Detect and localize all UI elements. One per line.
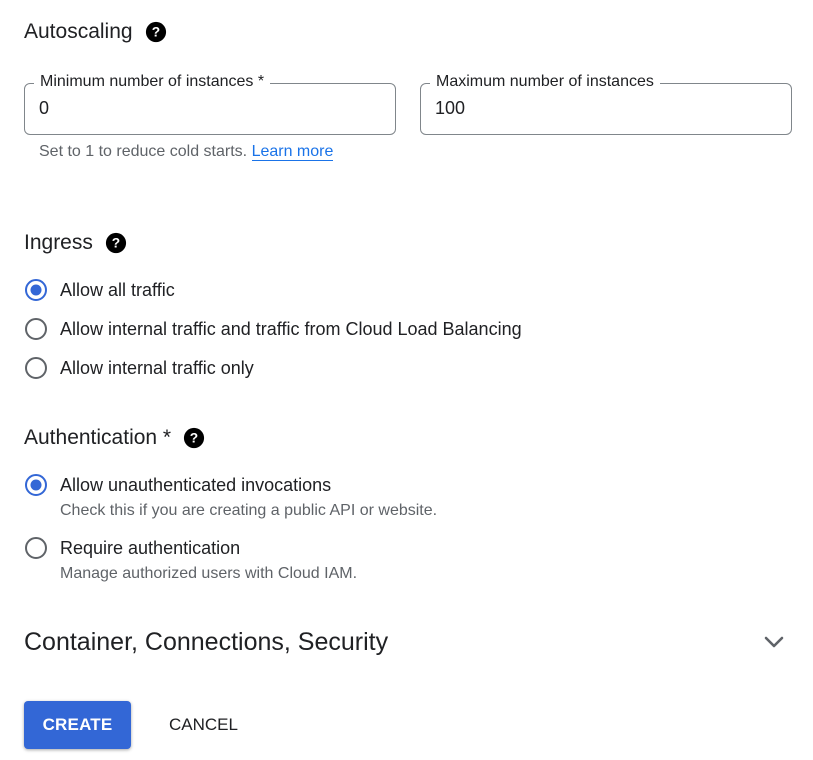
max-instances-input[interactable] — [435, 98, 777, 119]
help-icon[interactable]: ? — [145, 21, 167, 43]
authentication-title: Authentication * — [24, 426, 172, 449]
min-instances-field[interactable]: Minimum number of instances * — [24, 73, 396, 135]
authentication-title-row: Authentication * ? — [24, 426, 205, 450]
ingress-option-all[interactable]: Allow all traffic — [24, 278, 175, 302]
autoscaling-title: Autoscaling — [24, 20, 133, 43]
ingress-title: Ingress — [24, 231, 93, 254]
auth-option-label: Allow unauthenticated invocations — [60, 474, 332, 495]
auth-option-description: Manage authorized users with Cloud IAM. — [60, 565, 358, 582]
svg-text:?: ? — [112, 236, 120, 251]
advanced-settings-expander[interactable]: Container, Connections, Security — [24, 620, 792, 664]
min-instances-helper: Set to 1 to reduce cold starts. Learn mo… — [39, 140, 339, 164]
help-icon[interactable]: ? — [183, 427, 205, 449]
svg-text:?: ? — [190, 431, 198, 446]
ingress-title-row: Ingress ? — [24, 231, 127, 255]
auth-option-unauthenticated[interactable]: Allow unauthenticated invocations — [24, 473, 331, 497]
auth-option-require[interactable]: Require authentication — [24, 536, 240, 560]
ingress-option-label: Allow internal traffic and traffic from … — [60, 318, 522, 339]
ingress-option-internal-lb[interactable]: Allow internal traffic and traffic from … — [24, 317, 522, 341]
ingress-option-label: Allow internal traffic only — [60, 357, 254, 378]
max-instances-label: Maximum number of instances — [430, 73, 660, 91]
radio-checked-icon[interactable] — [24, 278, 48, 302]
autoscaling-title-row: Autoscaling ? — [24, 20, 167, 44]
min-instances-input[interactable] — [39, 98, 381, 119]
radio-unchecked-icon[interactable] — [24, 317, 48, 341]
learn-more-link[interactable]: Learn more — [251, 143, 334, 161]
svg-text:?: ? — [151, 25, 159, 40]
max-instances-field[interactable]: Maximum number of instances — [420, 73, 792, 135]
create-button[interactable]: CREATE — [24, 701, 131, 749]
min-instances-label: Minimum number of instances * — [34, 73, 271, 91]
helper-text: Set to 1 to reduce cold starts. — [39, 143, 252, 160]
radio-checked-icon[interactable] — [24, 473, 48, 497]
chevron-down-icon[interactable] — [762, 630, 786, 654]
auth-option-description: Check this if you are creating a public … — [60, 502, 438, 519]
cancel-button[interactable]: CANCEL — [150, 701, 257, 749]
ingress-option-label: Allow all traffic — [60, 279, 175, 300]
radio-unchecked-icon[interactable] — [24, 356, 48, 380]
advanced-settings-title: Container, Connections, Security — [24, 627, 389, 656]
auth-option-label: Require authentication — [60, 537, 241, 558]
radio-unchecked-icon[interactable] — [24, 536, 48, 560]
ingress-option-internal-only[interactable]: Allow internal traffic only — [24, 356, 254, 380]
help-icon[interactable]: ? — [105, 232, 127, 254]
